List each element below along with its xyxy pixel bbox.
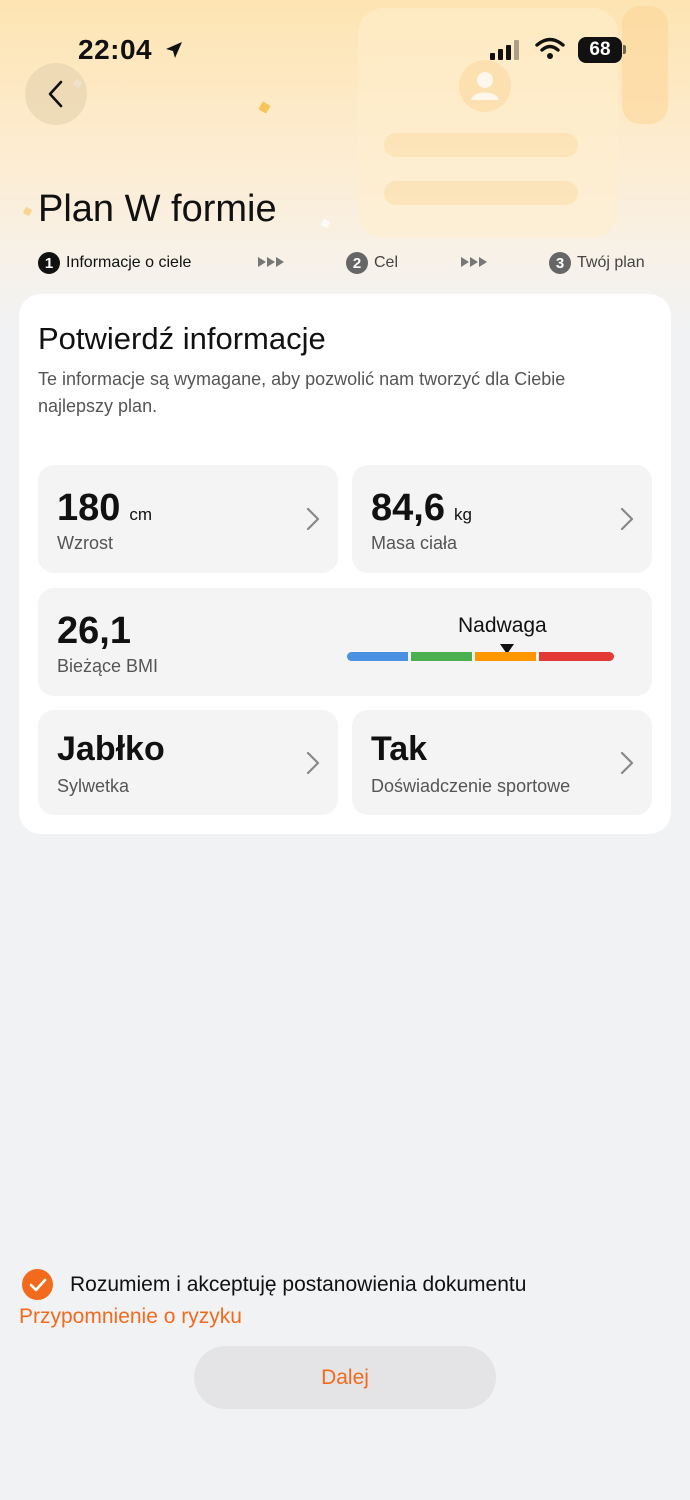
step-body-info: 1 Informacje o ciele (38, 252, 191, 274)
battery-tip (623, 45, 626, 54)
card-description: Te informacje są wymagane, aby pozwolić … (38, 369, 566, 416)
height-value-row: 180 cm (57, 487, 152, 530)
sport-experience-label: Doświadczenie sportowe (371, 776, 571, 796)
location-arrow-icon (164, 40, 184, 65)
chevron-right-icon (306, 507, 320, 531)
wifi-icon (535, 37, 565, 66)
decorative-bar (384, 133, 578, 157)
body-shape-label: Sylwetka (57, 776, 130, 796)
battery-icon: 68 (578, 37, 622, 63)
card-title: Potwierdź informacje (38, 321, 326, 356)
step-goal: 2 Cel (346, 252, 398, 274)
chevron-left-icon (48, 80, 63, 108)
bmi-scale-bar (347, 652, 614, 661)
bmi-tile: 26,1 Bieżące BMI Nadwaga (38, 588, 652, 696)
bmi-segment-underweight (347, 652, 408, 661)
status-time: 22:04 (78, 34, 153, 65)
step-label: Twój plan (577, 254, 645, 271)
weight-label: Masa ciała (371, 533, 458, 553)
bmi-segment-obese (539, 652, 614, 661)
step-arrows-icon (461, 257, 487, 267)
progress-steps: 1 Informacje o ciele 2 Cel 3 Twój plan (38, 252, 650, 278)
step-number: 3 (549, 252, 571, 274)
body-shape-tile[interactable]: Jabłko Sylwetka (38, 710, 338, 815)
battery-level: 68 (589, 39, 611, 60)
sport-experience-tile[interactable]: Tak Doświadczenie sportowe (352, 710, 652, 815)
next-button[interactable]: Dalej (194, 1346, 496, 1409)
chevron-right-icon (306, 751, 320, 775)
status-bar: 22:04 68 (0, 0, 690, 100)
signal-icon (490, 40, 519, 60)
step-number: 1 (38, 252, 60, 274)
step-your-plan: 3 Twój plan (549, 252, 645, 274)
back-button[interactable] (25, 63, 87, 125)
height-label: Wzrost (57, 533, 113, 553)
step-label: Cel (374, 254, 399, 271)
risk-reminder-link[interactable]: Przypomnienie o ryzyku (19, 1305, 242, 1329)
body-shape-value: Jabłko (57, 730, 165, 768)
bmi-segment-normal (411, 652, 472, 661)
consent-row: Rozumiem i akceptuję postanowienia dokum… (22, 1269, 526, 1300)
sport-experience-value: Tak (371, 730, 428, 768)
chevron-right-icon (620, 507, 634, 531)
height-tile[interactable]: 180 cm Wzrost (38, 465, 338, 573)
weight-unit: kg (453, 505, 472, 524)
weight-tile[interactable]: 84,6 kg Masa ciała (352, 465, 652, 573)
weight-value-row: 84,6 kg (371, 487, 472, 530)
consent-text: Rozumiem i akceptuję postanowienia dokum… (70, 1272, 527, 1296)
page-title: Plan W formie (38, 188, 277, 230)
bmi-segment-overweight (475, 652, 536, 661)
step-label: Informacje o ciele (66, 254, 192, 271)
height-unit: cm (129, 505, 153, 524)
checkbox-checked-icon[interactable] (22, 1269, 53, 1300)
bmi-status: Nadwaga (458, 614, 547, 637)
bmi-label: Bieżące BMI (57, 656, 159, 676)
weight-value: 84,6 (371, 487, 445, 529)
chevron-right-icon (620, 751, 634, 775)
height-value: 180 (57, 487, 121, 529)
step-arrows-icon (258, 257, 284, 267)
decorative-bar (384, 181, 578, 205)
bmi-value: 26,1 (57, 610, 131, 652)
confirm-info-card: Potwierdź informacje Te informacje są wy… (19, 294, 671, 834)
step-number: 2 (346, 252, 368, 274)
